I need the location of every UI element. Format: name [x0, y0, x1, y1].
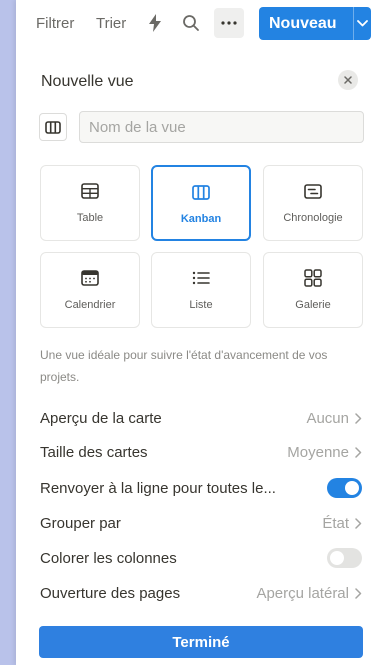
chevron-right-icon: [355, 412, 362, 424]
close-icon[interactable]: [338, 70, 358, 90]
lightning-icon[interactable]: [143, 11, 167, 35]
table-icon: [81, 180, 99, 202]
setting-value: Aperçu latéral: [256, 585, 362, 602]
timeline-icon: [304, 180, 322, 202]
layout-option-list[interactable]: Liste: [151, 252, 251, 328]
setting-group-by[interactable]: Grouper par État: [40, 512, 362, 534]
setting-card-preview[interactable]: Aperçu de la carte Aucun: [40, 407, 362, 429]
wrap-toggle[interactable]: [327, 478, 362, 498]
layout-label: Calendrier: [64, 299, 116, 311]
setting-label: Renvoyer à la ligne pour toutes le...: [40, 479, 276, 497]
layout-option-timeline[interactable]: Chronologie: [263, 165, 363, 241]
calendar-icon: [81, 267, 99, 289]
chevron-right-icon: [355, 446, 362, 458]
new-view-panel: Filtrer Trier Nouveau Nouvelle vue Nom d…: [16, 0, 374, 665]
layout-option-kanban[interactable]: Kanban: [151, 165, 251, 241]
setting-value-text: Aperçu latéral: [256, 584, 349, 602]
filter-button[interactable]: Filtrer: [36, 15, 74, 32]
view-name-input[interactable]: [79, 111, 364, 143]
chevron-right-icon: [355, 517, 362, 529]
toggle-knob: [345, 481, 359, 495]
new-button[interactable]: Nouveau: [259, 7, 371, 40]
layout-description: Une vue idéale pour suivre l'état d'avan…: [40, 348, 328, 384]
setting-color-columns: Colorer les colonnes: [40, 547, 362, 569]
color-columns-toggle[interactable]: [327, 548, 362, 568]
more-icon[interactable]: [214, 8, 244, 38]
setting-value: État: [322, 515, 362, 532]
list-icon: [192, 267, 210, 289]
done-button[interactable]: Terminé: [39, 626, 363, 658]
chevron-down-icon[interactable]: [354, 20, 371, 27]
setting-value-text: Moyenne: [287, 443, 349, 461]
setting-label: Grouper par: [40, 514, 121, 532]
setting-value-text: Aucun: [306, 409, 349, 427]
setting-label: Ouverture des pages: [40, 584, 181, 602]
layout-label: Chronologie: [283, 212, 343, 224]
search-icon[interactable]: [179, 11, 203, 35]
setting-value: Aucun: [306, 410, 362, 427]
setting-label: Aperçu de la carte: [40, 409, 162, 427]
panel-title: Nouvelle vue: [41, 73, 134, 90]
setting-card-size[interactable]: Taille des cartes Moyenne: [40, 441, 362, 463]
setting-label: Colorer les colonnes: [40, 549, 177, 567]
gallery-icon: [304, 267, 322, 289]
layout-label: Table: [76, 212, 104, 224]
setting-label: Taille des cartes: [40, 443, 148, 461]
chevron-right-icon: [355, 587, 362, 599]
board-icon[interactable]: [39, 113, 67, 141]
layout-label: Kanban: [180, 213, 222, 225]
setting-value-text: État: [322, 514, 349, 532]
setting-value: Moyenne: [287, 444, 362, 461]
layout-label: Galerie: [295, 299, 331, 311]
toggle-knob: [330, 551, 344, 565]
board-icon: [192, 181, 210, 203]
setting-wrap-all: Renvoyer à la ligne pour toutes le...: [40, 477, 362, 499]
sort-button[interactable]: Trier: [96, 15, 126, 32]
database-toolbar: Filtrer Trier Nouveau: [16, 0, 374, 48]
setting-open-pages[interactable]: Ouverture des pages Aperçu latéral: [40, 582, 362, 604]
new-button-label: Nouveau: [269, 14, 337, 32]
layout-label: Liste: [189, 299, 213, 311]
layout-option-calendar[interactable]: Calendrier: [40, 252, 140, 328]
layout-option-table[interactable]: Table: [40, 165, 140, 241]
layout-option-gallery[interactable]: Galerie: [263, 252, 363, 328]
